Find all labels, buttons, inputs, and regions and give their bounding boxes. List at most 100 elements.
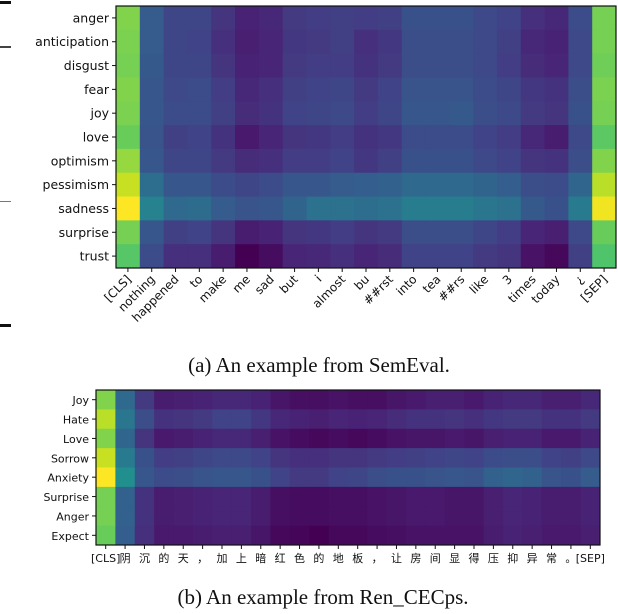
heatmap-cell [425, 6, 450, 31]
heatmap-cell [449, 125, 474, 150]
caption-a: (a) An example from SemEval. [188, 353, 450, 377]
x-tick-label: 间 [430, 552, 441, 565]
y-tick-label: Hate [63, 414, 89, 427]
heatmap-cell [134, 428, 155, 449]
x-tick-label: ¿ [572, 272, 586, 286]
x-tick-label: 的 [313, 551, 324, 565]
heatmap-cell [173, 409, 194, 430]
heatmap-cell [503, 506, 523, 527]
heatmap-cell [187, 125, 212, 150]
x-tick-label: into [394, 272, 420, 298]
heatmap-cell [306, 220, 331, 245]
heatmap-cell [425, 220, 450, 245]
heatmap-cell [561, 486, 582, 507]
heatmap-cell [258, 220, 284, 245]
heatmap-cell [561, 448, 582, 468]
heatmap-cell [258, 125, 284, 150]
heatmap-cell [592, 53, 617, 78]
heatmap-cell [309, 467, 330, 488]
heatmap-cell [483, 467, 504, 488]
heatmap-cell [306, 125, 331, 150]
heatmap-cell [386, 390, 407, 410]
heatmap-cell [503, 467, 523, 488]
heatmap-cell [270, 409, 291, 430]
heatmap-cell [116, 53, 141, 78]
heatmap-cell [354, 148, 379, 174]
heatmap-cell [561, 428, 582, 449]
heatmap-cell [116, 6, 141, 31]
heatmap-cell [483, 486, 504, 507]
heatmap-cell [309, 409, 330, 430]
y-tick-label: Anger [56, 510, 89, 523]
heatmap-cell [367, 467, 388, 488]
heatmap-cell [192, 525, 213, 546]
heatmap-cell [235, 148, 260, 174]
heatmap-cell [473, 244, 498, 269]
heatmap-cell [163, 196, 188, 221]
heatmap-cell [306, 29, 331, 55]
x-tick-label: 暗 [255, 551, 266, 565]
heatmap-cell [473, 29, 498, 55]
heatmap-cell [115, 390, 136, 410]
heatmap-cell [231, 448, 252, 468]
heatmap-cell [173, 390, 194, 410]
heatmap-cell [282, 77, 307, 102]
heatmap-cell [282, 244, 307, 269]
x-tick-label: 异 [527, 552, 538, 565]
heatmap-cell [309, 486, 330, 507]
heatmap-cell [592, 244, 617, 269]
heatmap-cell [561, 525, 582, 546]
heatmap-cell [568, 6, 593, 31]
heatmap-cell [328, 409, 349, 430]
heatmap-cell [541, 448, 562, 468]
heatmap-cell [309, 506, 330, 527]
heatmap-cell [192, 428, 213, 449]
heatmap-cell [258, 148, 284, 174]
heatmap-cell [139, 125, 165, 150]
heatmap-cell [406, 486, 427, 507]
heatmap-cell [367, 486, 388, 507]
heatmap-cell [401, 53, 427, 78]
heatmap-semeval: anger anticipation disgust fear joy love optim… [35, 5, 617, 325]
caption-b: (b) An example from Ren_CECps. [177, 585, 468, 609]
heatmap-cell [354, 101, 379, 126]
heatmap-cell [258, 101, 284, 126]
heatmap-cell [211, 244, 236, 269]
heatmap-cell [330, 77, 355, 102]
heatmap-cell [282, 148, 307, 174]
heatmap-cell [425, 172, 450, 198]
heatmap-cell [568, 77, 593, 102]
heatmap-cell [96, 467, 116, 488]
heatmap-cell [496, 220, 522, 245]
heatmap-cell [235, 29, 260, 55]
heatmap-cell [568, 29, 593, 55]
heatmap-cell [115, 428, 136, 449]
heatmap-cell [520, 29, 546, 55]
heatmap-cell [154, 506, 175, 527]
heatmap-cell [187, 6, 212, 31]
heatmap-cell [270, 467, 291, 488]
heatmap-cell [134, 467, 155, 488]
heatmap-cell [592, 125, 617, 150]
x-tick-label: 地 [333, 552, 344, 565]
heatmap-cell [464, 428, 485, 449]
y-tick-label: disgust [64, 58, 109, 73]
heatmap-cell [520, 244, 546, 269]
heatmap-cell [258, 53, 284, 78]
heatmap-cell [235, 220, 260, 245]
heatmap-cell [386, 467, 407, 488]
heatmap-cell [449, 6, 474, 31]
heatmap-cell [163, 29, 188, 55]
heatmap-cell [544, 77, 569, 102]
heatmap-cell [309, 428, 330, 449]
heatmap-cell [541, 525, 562, 546]
heatmap-cell [187, 77, 212, 102]
heatmap-cell [520, 6, 546, 31]
heatmap-cell [139, 101, 165, 126]
heatmap-cell [464, 486, 485, 507]
heatmap-cell [115, 525, 136, 546]
heatmap-cell [401, 244, 427, 269]
heatmap-cell [520, 101, 546, 126]
heatmap-cell [139, 77, 165, 102]
heatmap-cell [309, 525, 330, 546]
